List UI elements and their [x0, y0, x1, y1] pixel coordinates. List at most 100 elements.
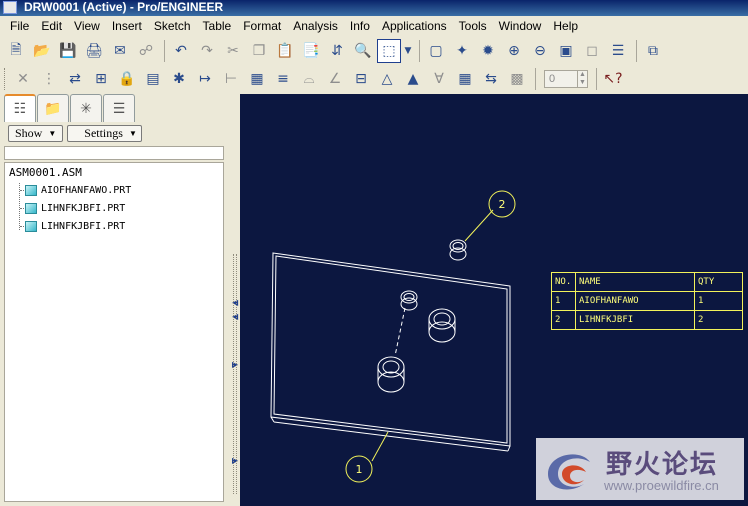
paste-icon[interactable]: 📋 [273, 39, 297, 63]
menu-tools[interactable]: Tools [453, 19, 493, 33]
show-button-label: Show [15, 126, 43, 140]
watermark: 野火论坛 www.proewildfire.cn [536, 438, 744, 500]
tree-filter-strip [4, 146, 224, 160]
spin-center-icon[interactable]: ✹ [476, 39, 500, 63]
view-manager-icon[interactable]: ⧉ [641, 39, 665, 63]
update-sheet-icon[interactable]: ⇄ [63, 67, 87, 91]
regenerate-icon[interactable]: ⇵ [325, 39, 349, 63]
connections-icon: ☰ [112, 100, 126, 117]
select-box-icon[interactable]: ⬚ [377, 38, 401, 63]
tab-folder-browser[interactable]: 📁 [37, 94, 69, 122]
cut-icon[interactable]: ✂ [221, 39, 245, 63]
zoom-in-icon[interactable]: ⊕ [502, 39, 526, 63]
symbol-icon[interactable]: △ [375, 67, 399, 91]
toolbar-grip[interactable] [4, 68, 7, 90]
bom-header-name: NAME [575, 272, 695, 292]
note-icon[interactable]: ≡ [271, 67, 295, 91]
tab-model-tree[interactable]: ☷ [4, 94, 36, 122]
sheet-icon[interactable]: ⋮ [37, 67, 61, 91]
datum-target-icon[interactable]: ⊟ [349, 67, 373, 91]
table-icon[interactable]: ▦ [453, 67, 477, 91]
zoom-level-input[interactable]: 0 ▲ ▼ [544, 70, 588, 88]
undo-icon[interactable]: ↶ [169, 39, 193, 63]
settings-button[interactable]: Settings ▼ [67, 125, 142, 142]
bom-cell-no: 1 [551, 291, 576, 311]
menu-help[interactable]: Help [547, 19, 584, 33]
lock-view-icon[interactable]: 🔒 [115, 67, 139, 91]
bom-header-qty: QTY [694, 272, 743, 292]
title-bar[interactable]: DRW0001 (Active) - Pro/ENGINEER [0, 0, 748, 16]
menu-info[interactable]: Info [344, 19, 376, 33]
flame-logo-icon [548, 454, 590, 490]
repeat-region-icon[interactable]: ⇆ [479, 67, 503, 91]
find-icon[interactable]: 🔍 [351, 39, 375, 63]
print-icon[interactable]: 🖨 [82, 39, 106, 63]
dimension-icon[interactable]: ↦ [193, 67, 217, 91]
menu-edit[interactable]: Edit [35, 19, 68, 33]
model-tree-icon: ☷ [13, 101, 27, 117]
assembly-bushings [377, 239, 467, 393]
delete-icon[interactable]: ✕ [11, 67, 35, 91]
toolbar-separator [636, 39, 637, 62]
surface-finish-icon[interactable]: ∠ [323, 67, 347, 91]
watermark-brand: 野火论坛 [606, 450, 719, 480]
toolbar-separator [535, 68, 536, 90]
bom-table[interactable]: NO. NAME QTY 1 AIOFHANFAWO 1 2 LIHNFKJBF… [551, 272, 743, 330]
splitter-handle[interactable] [233, 254, 237, 494]
bom-cell-qty: 2 [694, 310, 743, 330]
menu-file[interactable]: File [4, 19, 35, 33]
datum-display-icon[interactable]: ✦ [450, 39, 474, 63]
bom-cell-name: LIHNFKJBFI [575, 310, 695, 330]
table-row: 2 LIHNFKJBFI 2 [551, 310, 743, 330]
ordinate-dim-icon[interactable]: ⊢ [219, 67, 243, 91]
menu-sketch[interactable]: Sketch [148, 19, 197, 33]
tree-item-part[interactable]: LIHNFKJBFI.PRT [25, 201, 125, 215]
open-folder-icon[interactable]: 📂 [30, 39, 54, 63]
hatch-icon[interactable]: ▤ [141, 67, 165, 91]
select-dropdown-icon[interactable]: ▼ [403, 39, 413, 63]
baseline-dim-icon[interactable]: ▦ [245, 67, 269, 91]
send-link-icon[interactable]: ☍ [134, 39, 158, 63]
menu-insert[interactable]: Insert [106, 19, 148, 33]
part-icon [25, 220, 37, 232]
menu-table[interactable]: Table [197, 19, 238, 33]
tree-item-part[interactable]: LIHNFKJBFI.PRT [25, 219, 125, 233]
zoom-out-icon[interactable]: ⊖ [528, 39, 552, 63]
show-annotations-icon[interactable]: ✱ [167, 67, 191, 91]
menu-format[interactable]: Format [237, 19, 287, 33]
spin-arrows-icon[interactable]: ▲ ▼ [577, 71, 587, 87]
tab-favorites[interactable]: ✳ [70, 94, 102, 122]
sketch-display-icon[interactable]: ▢ [424, 39, 448, 63]
menu-analysis[interactable]: Analysis [287, 19, 344, 33]
graphics-window[interactable]: 2 1 NO. NAME QTY 1 AIOFHANFAWO 1 2 LIHNF… [240, 94, 748, 506]
email-icon[interactable]: ✉ [108, 39, 132, 63]
refit-icon[interactable]: ▣ [554, 39, 578, 63]
menu-applications[interactable]: Applications [376, 19, 453, 33]
new-file-icon[interactable]: 🗎 [4, 39, 28, 63]
layers-icon[interactable]: ☰ [606, 39, 630, 63]
paste-special-icon[interactable]: 📑 [299, 39, 323, 63]
geom-tol-icon[interactable]: ⌓ [297, 67, 321, 91]
menu-window[interactable]: Window [493, 19, 548, 33]
panel-splitter[interactable]: ◀ ◀ ▶ ▶ [230, 94, 240, 506]
menu-view[interactable]: View [68, 19, 106, 33]
context-help-icon[interactable]: ↖? [601, 67, 625, 91]
move-item-icon[interactable]: ⊞ [89, 67, 113, 91]
redo-icon[interactable]: ↷ [195, 39, 219, 63]
custom-symbol-icon[interactable]: ▲ [401, 67, 425, 91]
save-icon[interactable]: 💾 [56, 39, 80, 63]
bom-cell-name: AIOFHANFAWO [575, 291, 695, 311]
bom-header-no: NO. [551, 272, 576, 292]
bom-balloon-icon[interactable]: ▩ [505, 67, 529, 91]
reorient-icon[interactable]: ◻ [580, 39, 604, 63]
show-button[interactable]: Show ▼ [8, 125, 64, 142]
tree-item-part[interactable]: AIOFHANFAWO.PRT [25, 183, 131, 197]
insert-table-icon[interactable]: ∀ [427, 67, 451, 91]
tree-root-assembly[interactable]: ASM0001.ASM [9, 166, 82, 179]
part-icon [25, 184, 37, 196]
balloon-1-label: 1 [356, 463, 363, 476]
copy-icon[interactable]: ❐ [247, 39, 271, 63]
toolbar-separator [419, 39, 420, 62]
tab-connections[interactable]: ☰ [103, 94, 135, 122]
bom-cell-qty: 1 [694, 291, 743, 311]
